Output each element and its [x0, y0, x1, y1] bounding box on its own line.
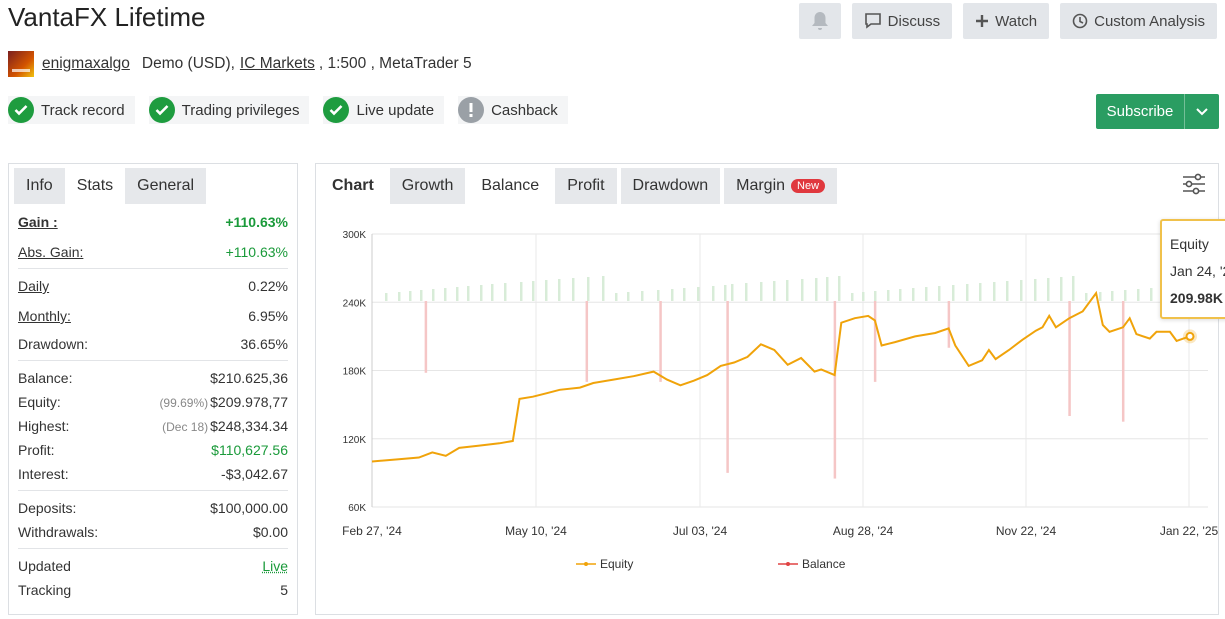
volume-bar	[520, 282, 523, 301]
volume-bar	[627, 292, 630, 301]
volume-bar	[801, 279, 804, 301]
volume-bar	[1150, 288, 1153, 301]
volume-bar	[1006, 281, 1009, 301]
tooltip-date: Jan 24, '25	[1170, 263, 1225, 279]
volume-bar	[1034, 279, 1037, 301]
x-tick-label: Nov 22, '24	[996, 524, 1057, 538]
legend-label: Equity	[600, 557, 634, 571]
x-tick-label: May 10, '24	[505, 524, 567, 538]
volume-bar	[420, 290, 423, 301]
volume-bar	[558, 279, 561, 301]
x-tick-label: Jul 03, '24	[673, 524, 728, 538]
volume-bar	[587, 277, 590, 301]
balance-drop	[424, 301, 428, 373]
volume-bar	[480, 285, 483, 301]
legend-balance[interactable]: Balance	[778, 557, 845, 571]
volume-bar	[1060, 277, 1063, 301]
volume-bar	[838, 276, 841, 301]
balance-drop	[833, 301, 837, 479]
volume-bar	[602, 276, 605, 301]
balance-drop	[1121, 301, 1125, 422]
volume-bar	[899, 289, 902, 301]
y-tick-label: 120K	[343, 435, 367, 446]
legend-label: Balance	[802, 557, 846, 571]
volume-bar	[1020, 280, 1023, 301]
tooltip-value: 209.98K	[1170, 290, 1223, 306]
equity-line	[371, 290, 1191, 463]
volume-bar	[724, 285, 727, 301]
volume-bar	[952, 285, 955, 301]
volume-bar	[925, 287, 928, 301]
volume-bar	[545, 280, 548, 301]
volume-bar	[398, 292, 401, 301]
equity-marker	[1185, 331, 1195, 341]
volume-bar	[572, 278, 575, 301]
chart-tooltip: Equity Jan 24, '25 209.98K	[1160, 219, 1225, 319]
volume-bar	[862, 292, 865, 301]
legend-equity[interactable]: Equity	[576, 557, 633, 571]
balance-drop	[585, 301, 589, 382]
balance-drop	[947, 301, 951, 348]
volume-bar	[851, 293, 854, 301]
y-tick-label: 60K	[348, 503, 366, 514]
balance-drop	[726, 301, 729, 473]
volume-bar	[683, 288, 686, 301]
legend-balance-swatch	[778, 562, 798, 566]
volume-bar	[1047, 278, 1050, 301]
y-tick-label: 180K	[343, 367, 367, 378]
volume-bar	[1085, 293, 1088, 301]
volume-bar	[532, 281, 535, 301]
x-tick-label: Feb 27, '24	[342, 524, 402, 538]
volume-bar	[826, 277, 829, 301]
volume-bar	[1137, 289, 1140, 301]
volume-bar	[874, 291, 877, 301]
volume-bar	[773, 281, 776, 301]
volume-bar	[760, 282, 763, 301]
volume-bar	[938, 286, 941, 301]
volume-bar	[671, 289, 674, 301]
volume-bar	[491, 284, 494, 301]
volume-bar	[641, 291, 644, 301]
volume-bar	[444, 288, 447, 301]
tooltip-series: Equity	[1170, 236, 1209, 252]
legend-equity-swatch	[576, 562, 596, 566]
volume-bar	[731, 284, 734, 301]
volume-bar	[504, 283, 507, 301]
volume-bar	[966, 284, 969, 301]
volume-bar	[712, 286, 715, 301]
x-tick-label: Jan 22, '25	[1160, 524, 1219, 538]
volume-bar	[745, 283, 748, 301]
y-tick-label: 240K	[343, 298, 367, 309]
volume-bar	[432, 289, 435, 301]
volume-bar	[912, 288, 915, 301]
volume-bar	[385, 293, 388, 301]
volume-bar	[1124, 290, 1127, 301]
volume-bar	[887, 290, 890, 301]
balance-drop	[659, 301, 662, 382]
volume-bar	[456, 287, 459, 301]
volume-bar	[1072, 276, 1075, 301]
volume-bar	[409, 291, 412, 301]
volume-bar	[979, 283, 982, 301]
volume-bar	[467, 286, 470, 301]
volume-bar	[993, 282, 996, 301]
volume-bar	[697, 287, 700, 301]
volume-bar	[615, 293, 618, 301]
volume-bar	[815, 278, 818, 301]
volume-bar	[1099, 292, 1102, 301]
y-tick-label: 300K	[343, 230, 367, 241]
volume-bar	[657, 290, 660, 301]
x-tick-label: Aug 28, '24	[833, 524, 894, 538]
volume-bar	[786, 280, 789, 301]
balance-chart[interactable]: 300K 240K 180K 120K 60K Feb 27, '24 May 10, '2…	[0, 0, 1225, 619]
volume-bar	[1111, 291, 1114, 301]
balance-drop	[873, 301, 877, 382]
